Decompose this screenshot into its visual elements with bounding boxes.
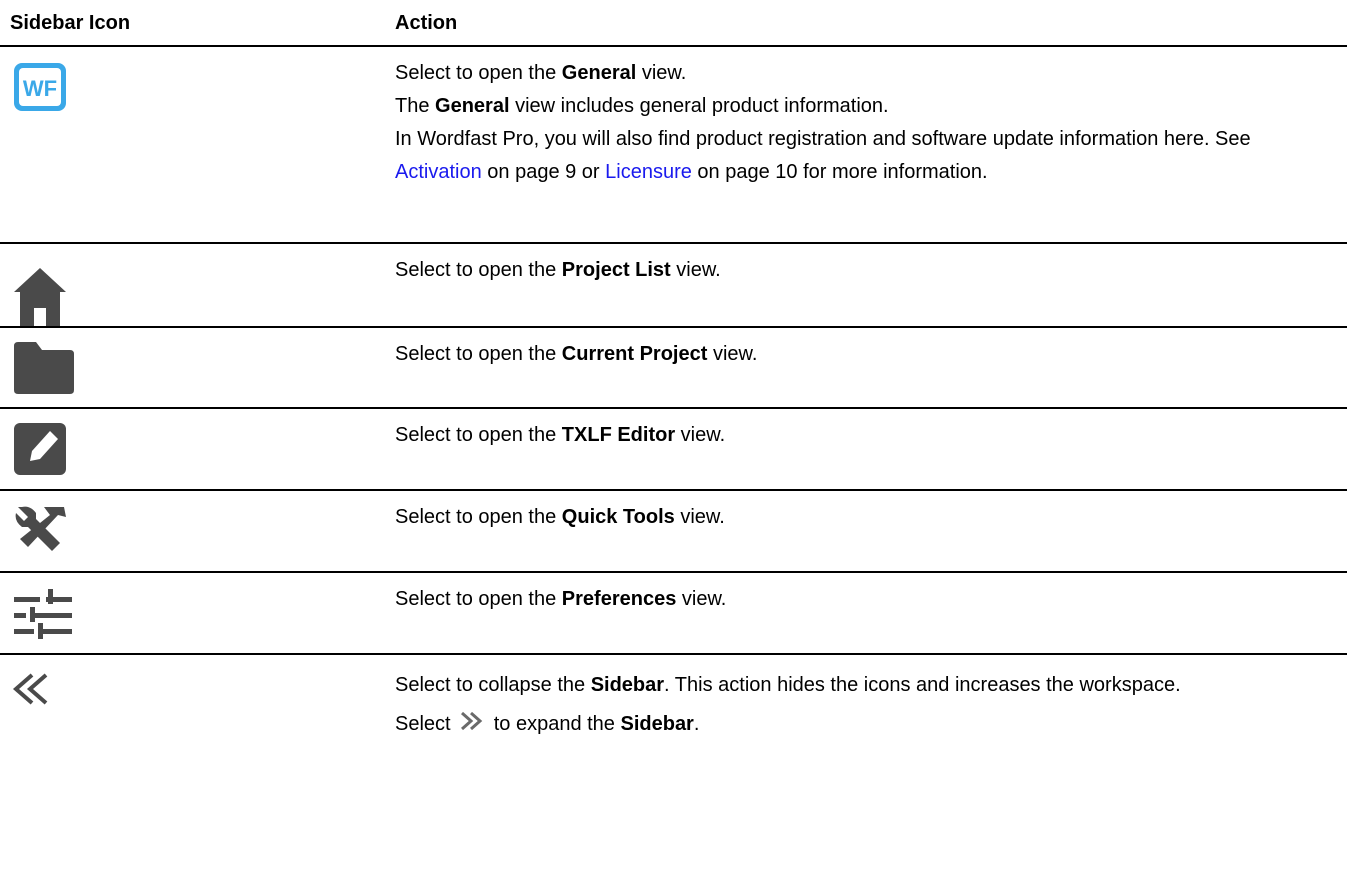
table-row-general: WF Select to open the General view. The … (0, 47, 1347, 244)
table-row-preferences: Select to open the Preferences view. (0, 573, 1347, 655)
link-licensure[interactable]: Licensure (605, 161, 692, 183)
sliders-icon (12, 589, 74, 646)
table-row-current-project: Select to open the Current Project view. (0, 328, 1347, 409)
folder-icon (12, 340, 76, 399)
action-collapse-sidebar: Select to collapse the Sidebar. This act… (395, 669, 1337, 742)
tools-icon (12, 503, 68, 560)
expand-line: Select to expand the Sidebar. (395, 708, 1337, 742)
table-row-quick-tools: Select to open the Quick Tools view. (0, 491, 1347, 573)
wordfast-logo-icon: WF (12, 61, 68, 118)
svg-text:WF: WF (23, 76, 57, 101)
action-project-list: Select to open the Project List view. (395, 259, 721, 281)
link-activation[interactable]: Activation (395, 161, 482, 183)
action-general: Select to open the General view. The Gen… (395, 57, 1337, 189)
header-action: Action (395, 12, 458, 34)
edit-icon (12, 421, 68, 482)
action-txlf-editor: Select to open the TXLF Editor view. (395, 424, 726, 446)
table-header: Sidebar Icon Action (0, 0, 1347, 47)
table-row-collapse-sidebar: Select to collapse the Sidebar. This act… (0, 655, 1347, 815)
action-line: In Wordfast Pro, you will also find prod… (395, 128, 1251, 183)
action-current-project: Select to open the Current Project view. (395, 343, 758, 365)
action-quick-tools: Select to open the Quick Tools view. (395, 506, 725, 528)
double-chevron-right-icon (458, 709, 484, 742)
action-line: Select to open the General view. (395, 62, 687, 84)
action-line: The General view includes general produc… (395, 95, 889, 117)
header-sidebar-icon: Sidebar Icon (10, 12, 131, 34)
sidebar-icon-table: Sidebar Icon Action WF Select to open th… (0, 0, 1347, 815)
table-row-txlf-editor: Select to open the TXLF Editor view. (0, 409, 1347, 491)
home-icon (12, 264, 68, 331)
double-chevron-left-icon (12, 673, 52, 710)
action-preferences: Select to open the Preferences view. (395, 588, 727, 610)
table-row-project-list: Select to open the Project List view. (0, 244, 1347, 328)
